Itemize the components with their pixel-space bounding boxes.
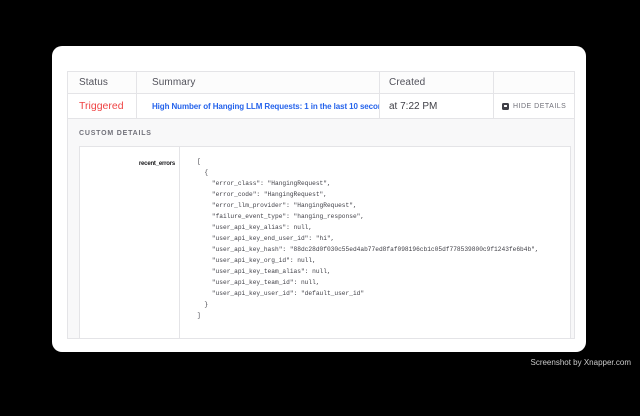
status-badge: Triggered [79,100,124,112]
summary-cell: High Number of Hanging LLM Requests: 1 i… [136,94,379,118]
custom-details-table: recent_errors [ { "error_class": "Hangin… [79,146,571,339]
column-header-created: Created [379,72,493,93]
field-key-label: recent_errors [139,161,175,167]
alert-summary-link[interactable]: High Number of Hanging LLM Requests: 1 i… [152,102,379,111]
screen-background: Status Summary Created Triggered High Nu… [0,0,640,416]
created-text: at 7:22 PM [389,101,437,112]
alert-details-card: Status Summary Created Triggered High Nu… [52,46,586,352]
column-header-summary: Summary [136,72,379,93]
watermark: Screenshot by Xnapper.com [530,358,631,367]
table-header-row: Status Summary Created [68,72,574,94]
alerts-table: Status Summary Created Triggered High Nu… [67,71,575,339]
table-row: Triggered High Number of Hanging LLM Req… [68,94,574,119]
field-key-cell: recent_errors [80,147,180,338]
minus-square-icon [502,103,509,110]
actions-cell: HIDE DETAILS [493,94,574,118]
column-header-actions [493,72,574,93]
status-cell: Triggered [68,94,136,118]
custom-details-heading: CUSTOM DETAILS [79,130,570,137]
field-value-json: [ { "error_class": "HangingRequest", "er… [180,147,570,338]
created-cell: at 7:22 PM [379,94,493,118]
column-header-status: Status [68,72,136,93]
hide-details-label: HIDE DETAILS [513,103,566,110]
hide-details-button[interactable]: HIDE DETAILS [502,103,566,110]
row-details-panel: CUSTOM DETAILS recent_errors [ { "error_… [68,119,574,338]
